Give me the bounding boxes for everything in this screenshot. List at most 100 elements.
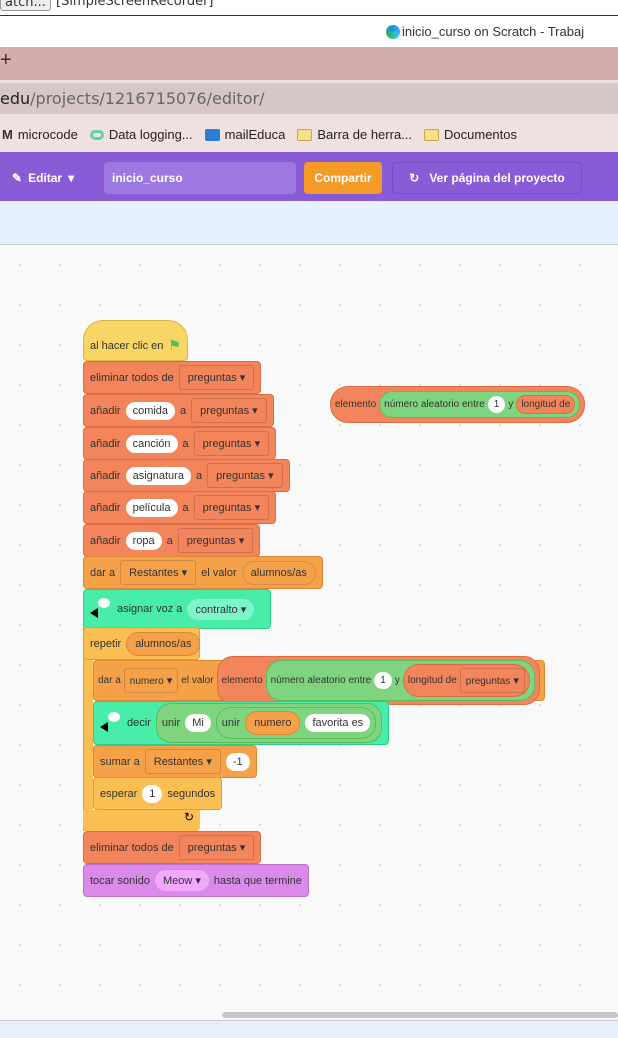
window-titlebar: inicio_curso on Scratch - Trabaj: [0, 16, 618, 47]
microcode-icon: M: [2, 127, 13, 142]
repeat-block[interactable]: repetir alumnos/as: [83, 627, 201, 660]
join-reporter[interactable]: unir Mi unir numero favorita es: [155, 703, 383, 743]
new-tab-button[interactable]: +: [0, 49, 12, 72]
block-label: añadir: [90, 404, 121, 417]
block-label: a: [166, 534, 173, 547]
url-host: edu: [0, 89, 31, 108]
project-page-button[interactable]: ↻ Ver página del proyecto: [392, 162, 582, 194]
workspace-horizontal-scrollbar[interactable]: [222, 1012, 618, 1018]
window-title: inicio_curso on Scratch - Trabaj: [402, 24, 585, 39]
variable-reporter[interactable]: alumnos/as: [126, 631, 201, 656]
set-variable-block[interactable]: dar anumeroel valor elemento número aleat…: [93, 656, 545, 705]
number-input[interactable]: 1: [374, 672, 392, 689]
block-label: eliminar todos de: [90, 371, 174, 384]
bookmark-maileduca[interactable]: mailEduca: [204, 127, 285, 142]
edit-menu[interactable]: ✎ Editar ▾: [12, 162, 74, 194]
block-label: dar a: [90, 566, 116, 579]
delete-all-block[interactable]: eliminar todos de preguntas: [83, 361, 262, 394]
list-dropdown[interactable]: preguntas: [193, 495, 270, 520]
block-label: a: [180, 404, 187, 417]
url-input[interactable]: edu/projects/1216715076/editor/: [0, 83, 618, 114]
bookmark-documentos[interactable]: Documentos: [424, 127, 517, 142]
speak-block[interactable]: decir unir Mi unir numero favorita es: [93, 701, 390, 745]
add-to-list-block[interactable]: añadir película a preguntas: [83, 491, 277, 524]
project-page-label: Ver página del proyecto: [429, 171, 565, 185]
text-input[interactable]: comida: [125, 401, 176, 420]
pencil-icon: ✎: [12, 171, 23, 185]
taskbar-tab[interactable]: atch...: [0, 0, 51, 11]
text-input[interactable]: película: [125, 498, 178, 517]
url-path: /projects/1216715076/editor/: [30, 89, 265, 108]
variable-dropdown[interactable]: Restantes: [120, 560, 197, 585]
add-to-list-block[interactable]: añadir asignatura a preguntas: [83, 459, 290, 492]
text-input[interactable]: Mi: [185, 714, 211, 732]
text-input[interactable]: asignatura: [125, 466, 191, 485]
block-label: repetir: [90, 637, 122, 650]
number-input[interactable]: 1: [487, 396, 506, 413]
length-of-list-reporter[interactable]: longitud de: [516, 395, 576, 414]
sound-dropdown[interactable]: Meow: [154, 870, 209, 891]
list-dropdown[interactable]: preguntas: [178, 835, 255, 860]
add-to-list-block[interactable]: añadir comida a preguntas: [83, 394, 274, 427]
delete-all-block[interactable]: eliminar todos de preguntas: [83, 831, 262, 864]
random-reporter[interactable]: número aleatorio entre 1 y longitud de: [379, 391, 581, 418]
list-dropdown[interactable]: preguntas: [459, 668, 525, 693]
tab-bar: +: [0, 47, 618, 80]
block-label: añadir: [90, 501, 121, 514]
text-input[interactable]: ropa: [125, 531, 162, 550]
text-input[interactable]: favorita es: [305, 714, 371, 732]
number-input[interactable]: -1: [225, 752, 250, 771]
taskbar-tab-recorder[interactable]: [SimpleScreenRecorder]: [56, 0, 214, 9]
bookmark-label: microcode: [17, 127, 78, 142]
loose-item-of-list-reporter[interactable]: elemento número aleatorio entre 1 y longitud…: [330, 386, 586, 423]
variable-dropdown[interactable]: numero: [123, 668, 179, 693]
add-to-list-block[interactable]: añadir canción a preguntas: [83, 427, 277, 460]
block-label: a: [182, 501, 189, 514]
list-dropdown[interactable]: preguntas: [207, 463, 283, 488]
text-input[interactable]: canción: [125, 434, 178, 453]
length-of-list-reporter[interactable]: longitud de preguntas: [402, 664, 530, 697]
block-label: hasta que termine: [213, 874, 302, 887]
address-bar: edu/projects/1216715076/editor/: [0, 80, 618, 117]
set-variable-block[interactable]: dar a Restantes el valor alumnos/as: [83, 556, 323, 589]
project-title-input[interactable]: inicio_curso: [104, 162, 296, 194]
block-label: añadir: [90, 534, 121, 547]
join-reporter[interactable]: unir numero favorita es: [215, 707, 377, 739]
wait-block[interactable]: esperar 1 segundos: [93, 777, 223, 810]
variable-dropdown[interactable]: Restantes: [144, 749, 221, 774]
random-reporter[interactable]: número aleatorio entre 1 y longitud de pregu…: [265, 660, 535, 701]
bookmark-microcode[interactable]: Mmicrocode: [2, 127, 78, 142]
when-flag-clicked-block[interactable]: al hacer clic en ⚑: [83, 320, 188, 361]
number-input[interactable]: 1: [142, 784, 163, 803]
bookmark-barra[interactable]: Barra de herra...: [297, 127, 412, 142]
voice-dropdown[interactable]: contralto: [187, 598, 255, 620]
change-variable-block[interactable]: sumar a Restantes-1: [93, 745, 257, 778]
block-label: elemento: [221, 675, 263, 686]
add-to-list-block[interactable]: añadir ropa a preguntas: [83, 524, 261, 557]
set-voice-block[interactable]: asignar voz a contralto: [83, 589, 271, 629]
text-to-speech-icon: [90, 598, 112, 620]
block-label: dar a: [98, 675, 121, 686]
caret-down-icon: ▾: [68, 171, 75, 185]
variable-reporter[interactable]: alumnos/as: [241, 560, 316, 585]
block-label: número aleatorio entre: [384, 399, 485, 410]
bookmarks-bar: Mmicrocode Data logging... mailEduca Bar…: [0, 117, 618, 152]
block-label: tocar sonido: [90, 874, 150, 887]
list-dropdown[interactable]: preguntas: [178, 365, 255, 390]
block-label: longitud de: [521, 399, 571, 410]
list-dropdown[interactable]: preguntas: [177, 528, 254, 553]
block-label: elemento: [335, 399, 377, 410]
play-sound-until-done-block[interactable]: tocar sonido Meow hasta que termine: [83, 864, 309, 897]
mail-icon: [204, 128, 220, 141]
list-dropdown[interactable]: preguntas: [193, 431, 270, 456]
block-label: asignar voz a: [117, 603, 183, 615]
share-button[interactable]: Compartir: [304, 162, 382, 194]
folder-icon: [424, 128, 440, 141]
item-of-list-reporter[interactable]: elemento número aleatorio entre 1 y longitud…: [216, 656, 540, 705]
bookmark-data-logging[interactable]: Data logging...: [89, 127, 193, 142]
browser-icon: [386, 24, 400, 39]
variable-reporter[interactable]: numero: [245, 711, 301, 735]
list-dropdown[interactable]: preguntas: [191, 398, 267, 423]
text-to-speech-icon: [100, 712, 122, 734]
editor-subheader: [0, 201, 618, 245]
